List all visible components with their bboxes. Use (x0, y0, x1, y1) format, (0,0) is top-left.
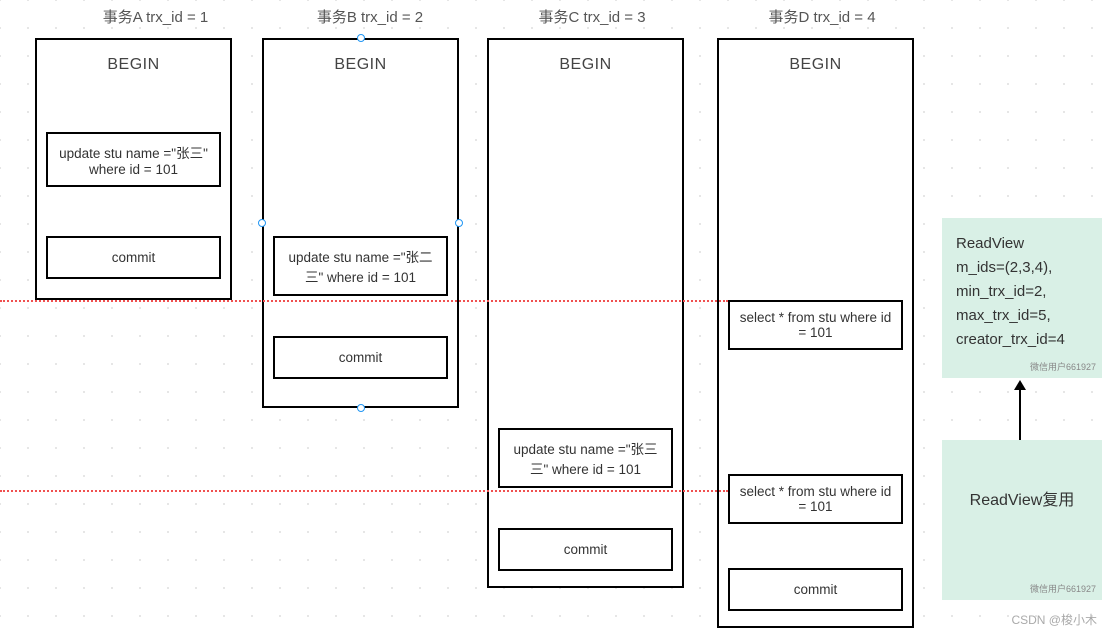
readview-l3: min_trx_id=2, (956, 280, 1088, 304)
readview-l4: max_trx_id=5, (956, 304, 1088, 328)
selection-handle-bottom[interactable] (357, 404, 365, 412)
trx-a-update: update stu name ="张三" where id = 101 (46, 132, 221, 187)
trx-d-select-2: select * from stu where id = 101 (728, 474, 903, 524)
trx-a-begin: BEGIN (107, 56, 159, 74)
trx-c-column: BEGIN (487, 38, 684, 588)
readview-reuse-label: ReadView复用 (956, 488, 1088, 514)
trx-a-commit: commit (46, 236, 221, 279)
trx-d-commit: commit (728, 568, 903, 611)
readview-arrow-head-icon (1014, 380, 1026, 390)
timeline-divider-1 (0, 300, 728, 302)
trx-d-begin: BEGIN (789, 56, 841, 74)
trx-c-commit: commit (498, 528, 673, 571)
readview-l1: ReadView (956, 232, 1088, 256)
title-trx-c: 事务C trx_id = 3 (487, 6, 697, 27)
trx-b-update: update stu name ="张二三" where id = 101 (273, 236, 448, 296)
readview-l2: m_ids=(2,3,4), (956, 256, 1088, 280)
readview-arrow-line (1019, 388, 1021, 440)
trx-d-select-1: select * from stu where id = 101 (728, 300, 903, 350)
readview-l5: creator_trx_id=4 (956, 328, 1088, 352)
readview1-watermark: 微信用户661927 (1030, 360, 1096, 374)
selection-handle-left[interactable] (258, 219, 266, 227)
trx-c-begin: BEGIN (559, 56, 611, 74)
title-trx-d: 事务D trx_id = 4 (717, 6, 927, 27)
title-trx-b: 事务B trx_id = 2 (265, 6, 475, 27)
trx-b-begin: BEGIN (334, 56, 386, 74)
readview2-watermark: 微信用户661927 (1030, 582, 1096, 596)
title-trx-a: 事务A trx_id = 1 (58, 6, 253, 27)
timeline-divider-2 (0, 490, 728, 492)
page-watermark: CSDN @梭小木 (1011, 611, 1097, 628)
trx-b-commit: commit (273, 336, 448, 379)
selection-handle-top[interactable] (357, 34, 365, 42)
selection-handle-right[interactable] (455, 219, 463, 227)
trx-c-update: update stu name ="张三三" where id = 101 (498, 428, 673, 488)
readview-box-1: ReadView m_ids=(2,3,4), min_trx_id=2, ma… (942, 218, 1102, 378)
readview-box-2: ReadView复用 微信用户661927 (942, 440, 1102, 600)
